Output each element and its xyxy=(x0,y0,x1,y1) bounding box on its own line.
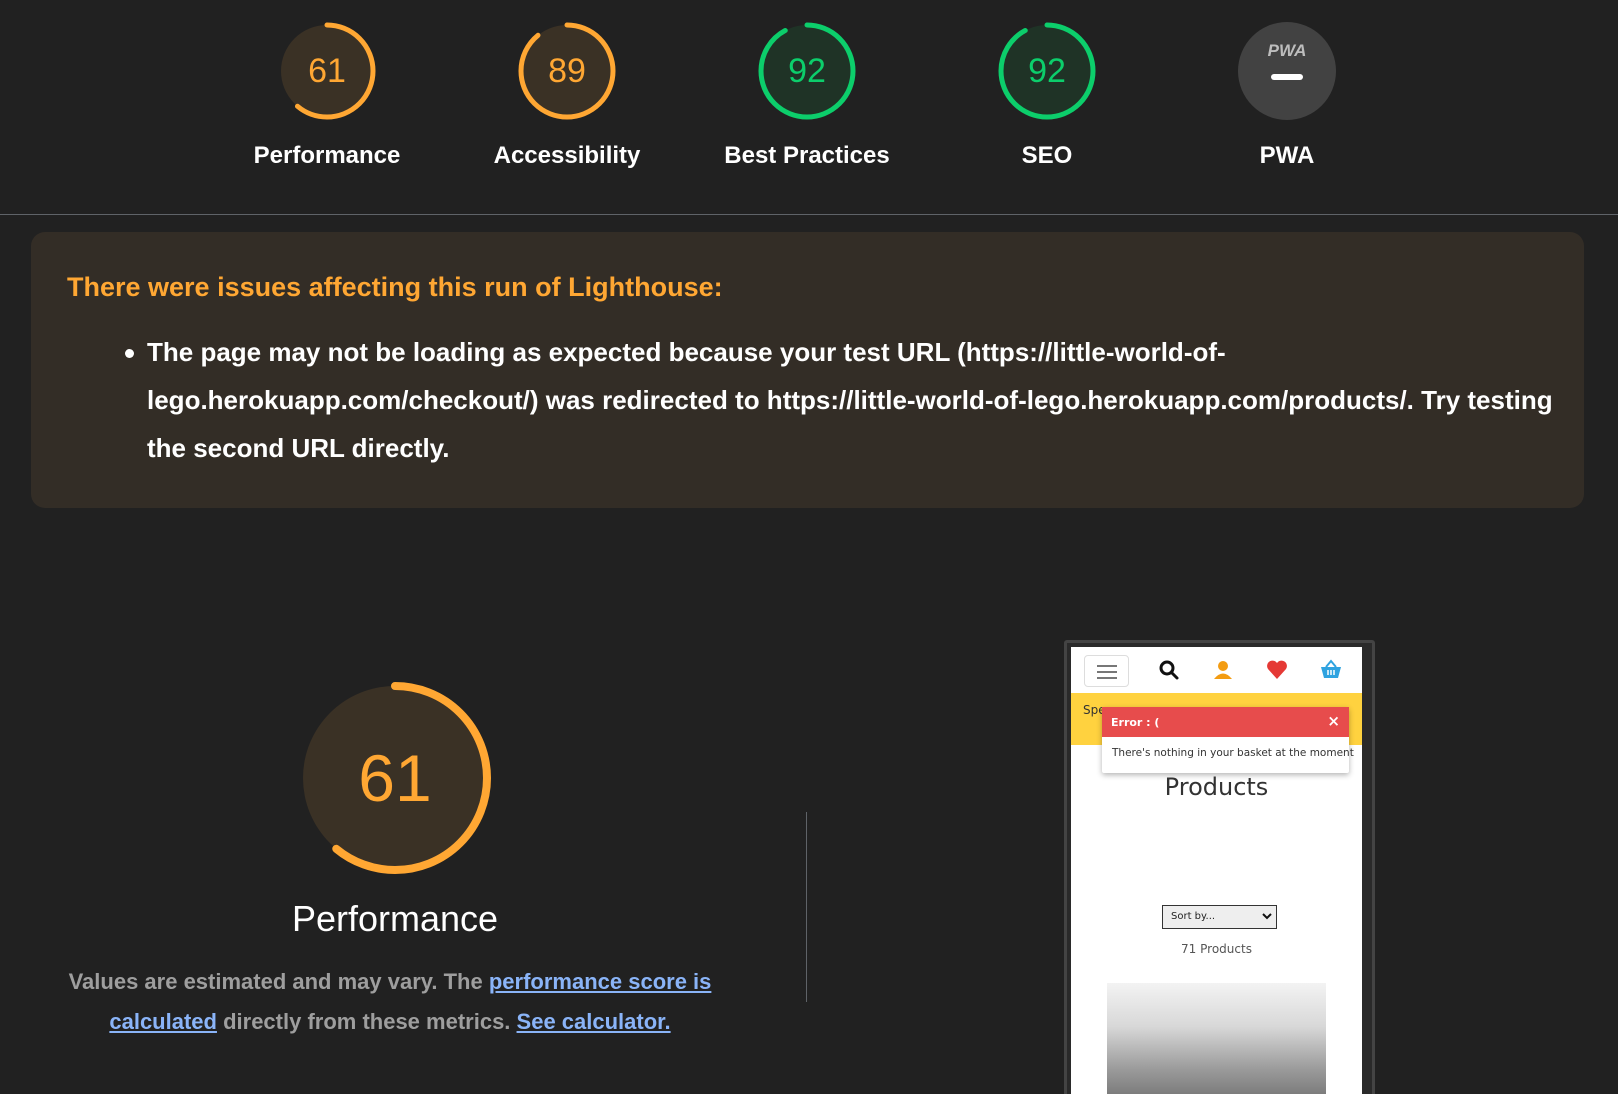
close-icon: × xyxy=(1327,712,1340,730)
basket-icon xyxy=(1321,659,1341,678)
vertical-divider xyxy=(806,812,807,1002)
performance-gauge: 61 xyxy=(299,682,491,874)
performance-title: Performance xyxy=(291,898,499,939)
gauge-score: 89 xyxy=(548,52,586,90)
toast-title: Error : ( xyxy=(1111,716,1160,729)
pwa-logo-text: PWA xyxy=(1268,41,1307,60)
note-prefix: Values are estimated and may vary. The xyxy=(68,969,489,994)
warning-list: The page may not be loading as expected … xyxy=(125,328,1557,472)
heart-icon xyxy=(1267,660,1287,679)
site-nav xyxy=(1071,647,1362,693)
products-heading: Products xyxy=(1164,773,1269,801)
product-image xyxy=(1107,983,1326,1094)
header-divider xyxy=(0,214,1618,215)
toast-message: There's nothing in your basket at the mo… xyxy=(1112,747,1354,759)
pwa-dash xyxy=(1271,74,1303,80)
gauge-seo[interactable]: 92 SEO xyxy=(927,22,1167,170)
performance-note: Values are estimated and may vary. The p… xyxy=(40,962,740,1042)
gauge-label: Accessibility xyxy=(493,142,641,169)
pwa-badge-icon: PWA xyxy=(1238,22,1336,120)
product-count: 71 Products xyxy=(1181,942,1252,956)
warning-text: The page may not be loading as expected … xyxy=(147,337,1553,463)
menu-icon xyxy=(1084,655,1129,687)
see-calculator-link[interactable]: See calculator. xyxy=(517,1009,671,1034)
gauge-label: Performance xyxy=(253,142,401,169)
final-screenshot[interactable]: Spe Error : ( × There's nothing in your … xyxy=(1064,640,1375,1094)
gauge-pwa[interactable]: PWA PWA xyxy=(1167,22,1407,170)
gauge-score: 92 xyxy=(1028,52,1066,90)
search-icon xyxy=(1159,660,1179,680)
run-warnings: There were issues affecting this run of … xyxy=(31,232,1584,508)
bullet-icon xyxy=(125,349,134,358)
gauge-label: Best Practices xyxy=(724,142,890,169)
gauge-score: 92 xyxy=(788,52,826,90)
warning-item: The page may not be loading as expected … xyxy=(125,328,1557,472)
gauge-score: 61 xyxy=(308,52,346,90)
gauge-best-practices[interactable]: 92 Best Practices xyxy=(687,22,927,170)
gauge-label: PWA xyxy=(1259,142,1315,169)
sort-select: Sort by... xyxy=(1162,905,1277,929)
gauge-performance[interactable]: 61 Performance xyxy=(207,22,447,170)
gauge-ring: 61 xyxy=(278,22,376,120)
performance-section: 61 Performance Values are estimated and … xyxy=(40,680,750,1042)
user-icon xyxy=(1214,661,1232,679)
performance-score: 61 xyxy=(358,741,431,815)
lighthouse-report: 61 Performance 89 Accessibility 92 Best … xyxy=(0,0,1618,1094)
toast-header: Error : ( × xyxy=(1102,707,1349,737)
note-middle: directly from these metrics. xyxy=(216,1009,517,1034)
gauge-ring: 92 xyxy=(758,22,856,120)
gauge-ring: 92 xyxy=(998,22,1096,120)
sort-label: Sort by... xyxy=(1171,911,1216,922)
error-toast: Error : ( × There's nothing in your bask… xyxy=(1102,707,1354,773)
category-gauges: 61 Performance 89 Accessibility 92 Best … xyxy=(0,0,1618,214)
screenshot-content: Spe Error : ( × There's nothing in your … xyxy=(1071,647,1362,1094)
warning-title: There were issues affecting this run of … xyxy=(67,272,723,302)
gauge-label: SEO xyxy=(1021,142,1073,169)
gauge-accessibility[interactable]: 89 Accessibility xyxy=(447,22,687,170)
gauge-ring: 89 xyxy=(518,22,616,120)
chevron-down-icon xyxy=(1262,913,1272,920)
